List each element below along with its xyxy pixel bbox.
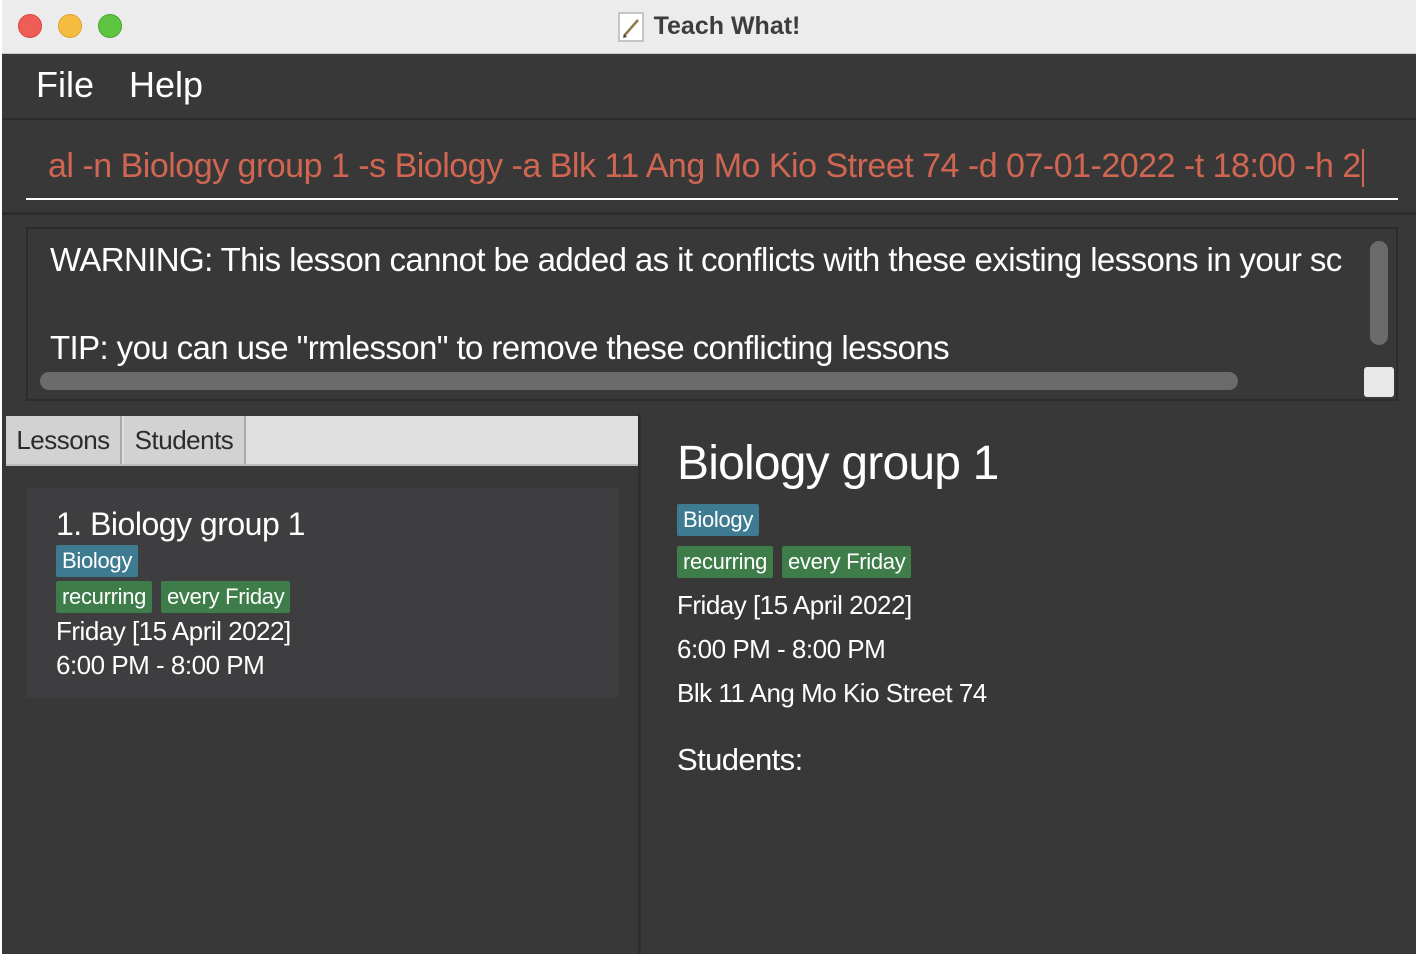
menu-help[interactable]: Help xyxy=(129,64,203,106)
document-icon xyxy=(617,11,644,42)
detail-subject-tag: Biology xyxy=(677,504,760,536)
result-warning-text: WARNING: This lesson cannot be added as … xyxy=(50,241,1342,278)
students-heading: Students: xyxy=(677,742,803,777)
detail-panel: Biology group 1 Biology recurring every … xyxy=(641,414,1416,954)
lesson-card-title: 1. Biology group 1 xyxy=(56,506,305,542)
window-title: Teach What! xyxy=(653,12,801,40)
detail-frequency-tag: every Friday xyxy=(782,546,912,578)
menu-file[interactable]: File xyxy=(36,64,94,106)
detail-recurring-tag: recurring xyxy=(677,546,774,578)
horizontal-scrollbar[interactable] xyxy=(40,372,1238,390)
lesson-card-date: Friday [15 April 2022] xyxy=(56,616,291,646)
lesson-card-time: 6:00 PM - 8:00 PM xyxy=(56,650,265,680)
text-caret xyxy=(1361,149,1364,188)
title-bar: Teach What! xyxy=(2,0,1416,54)
detail-date: Friday [15 April 2022] xyxy=(677,590,912,620)
result-tip-text: TIP: you can use "rmlesson" to remove th… xyxy=(50,329,950,366)
command-input[interactable]: al -n Biology group 1 -s Biology -a Blk … xyxy=(26,136,1398,200)
result-display[interactable]: WARNING: This lesson cannot be added as … xyxy=(26,227,1398,401)
app-window: Teach What! File Help al -n Biology grou… xyxy=(2,0,1416,954)
detail-time: 6:00 PM - 8:00 PM xyxy=(677,634,886,664)
vertical-scrollbar[interactable] xyxy=(1370,241,1388,345)
list-panel: Lessons Students 1. Biology group 1 Biol… xyxy=(2,414,641,954)
lesson-card[interactable]: 1. Biology group 1 Biology recurring eve… xyxy=(26,488,618,698)
tab-students[interactable]: Students xyxy=(124,416,246,464)
tab-header: Lessons Students xyxy=(6,416,638,466)
detail-address: Blk 11 Ang Mo Kio Street 74 xyxy=(677,678,987,708)
window-title-group: Teach What! xyxy=(2,0,1416,53)
menu-bar: File Help xyxy=(2,54,1416,120)
detail-title: Biology group 1 xyxy=(677,437,999,490)
frequency-tag: every Friday xyxy=(161,581,291,613)
scrollbar-corner xyxy=(1364,367,1394,397)
command-text: al -n Biology group 1 -s Biology -a Blk … xyxy=(48,147,1361,185)
recurring-tag: recurring xyxy=(56,581,153,613)
command-box-container: al -n Biology group 1 -s Biology -a Blk … xyxy=(2,120,1416,215)
tab-lessons[interactable]: Lessons xyxy=(6,416,122,464)
subject-tag: Biology xyxy=(56,545,139,577)
